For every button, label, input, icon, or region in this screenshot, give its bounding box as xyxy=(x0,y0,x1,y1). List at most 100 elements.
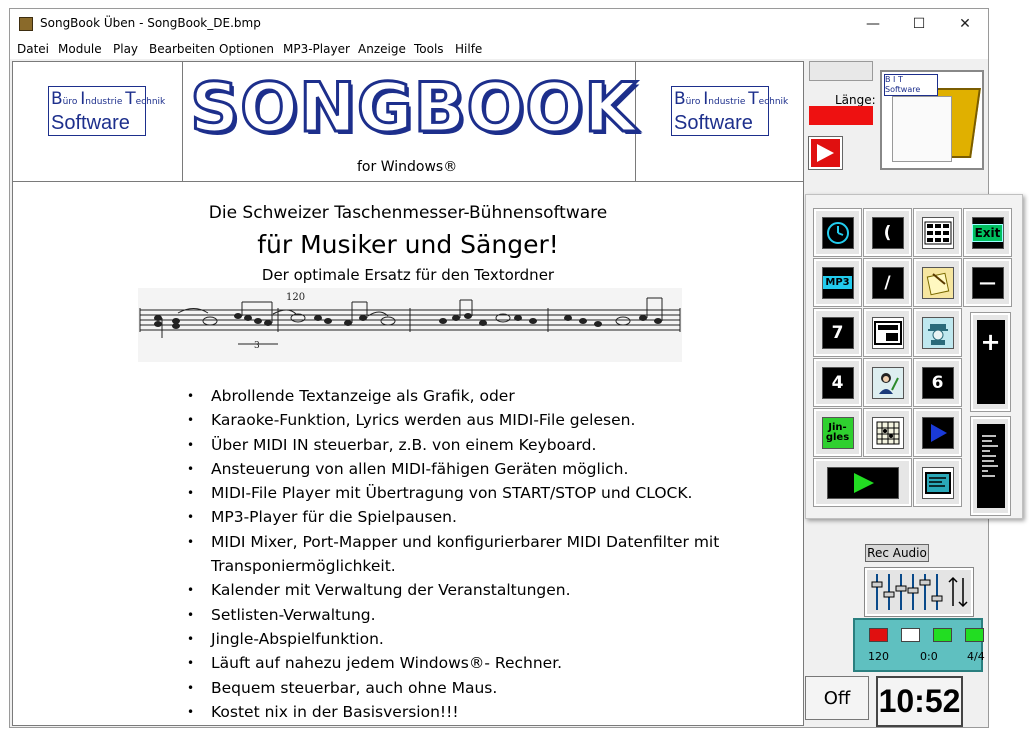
menu-bearbeiten[interactable]: Bearbeiten xyxy=(149,42,215,56)
play-icon xyxy=(817,144,834,162)
tempo-readout: 120 xyxy=(868,650,889,663)
songbook-app-icon[interactable] xyxy=(19,17,33,31)
length-label: Länge: xyxy=(835,93,876,107)
clock-icon xyxy=(821,216,854,249)
seven-icon: 7 xyxy=(821,316,854,349)
length-indicator xyxy=(809,106,873,125)
feature-item: MIDI-File Player mit Übertragung von STA… xyxy=(187,481,787,506)
grid-view-button[interactable] xyxy=(913,208,962,257)
four-icon: 4 xyxy=(821,366,854,399)
slash-icon: / xyxy=(871,266,904,299)
midi-status-panel: 120 0:0 4/4 xyxy=(853,618,985,672)
menu-optionen[interactable]: Optionen xyxy=(219,42,274,56)
paren-icon: ( xyxy=(871,216,904,249)
exit-button[interactable]: Exit xyxy=(963,208,1012,257)
menu-anzeige[interactable]: Anzeige xyxy=(358,42,406,56)
window-title: SongBook Üben - SongBook_DE.bmp xyxy=(40,16,261,30)
play-button[interactable] xyxy=(808,136,843,170)
feature-item: Über MIDI IN steuerbar, z.B. von einem K… xyxy=(187,433,787,458)
six-icon: 6 xyxy=(921,366,954,399)
maximize-button[interactable]: ☐ xyxy=(896,9,942,39)
agent-button[interactable] xyxy=(913,308,962,357)
close-button[interactable]: ✕ xyxy=(942,9,988,39)
feature-list: Abrollende Textanzeige als Grafik, oder … xyxy=(187,384,787,724)
menu-tools[interactable]: Tools xyxy=(414,42,444,56)
feature-item: Bequem steuerbar, auch ohne Maus. xyxy=(187,676,787,701)
midi-mixer-button[interactable] xyxy=(864,567,974,617)
feature-item: MP3-Player für die Spielpausen. xyxy=(187,505,787,530)
for-windows-subtitle: for Windows® xyxy=(357,159,458,175)
seven-button[interactable]: 7 xyxy=(813,308,862,357)
notes-button[interactable] xyxy=(913,258,962,307)
start-play-button[interactable] xyxy=(813,458,912,507)
menu-play[interactable]: Play xyxy=(113,42,138,56)
song-position-box xyxy=(809,61,873,81)
position-readout: 0:0 xyxy=(920,650,938,663)
feature-item: Setlisten-Verwaltung. xyxy=(187,603,787,628)
minimize-button[interactable]: — xyxy=(850,9,896,39)
jingles-icon: Jin- gles xyxy=(821,416,854,449)
notepad-icon xyxy=(921,266,954,299)
exit-icon: Exit xyxy=(971,216,1004,249)
minus-button[interactable]: — xyxy=(963,258,1012,307)
feature-item: Karaoke-Funktion, Lyrics werden aus MIDI… xyxy=(187,408,787,433)
slash-button[interactable]: / xyxy=(863,258,912,307)
display-button[interactable] xyxy=(913,458,962,507)
status-lamp-white xyxy=(901,628,920,642)
feature-item: MIDI Mixer, Port-Mapper und konfigurierb… xyxy=(187,530,787,579)
song-display-area[interactable]: Büro Industrie Technik Software SONGBOOK… xyxy=(12,61,804,726)
feature-item: Abrollende Textanzeige als Grafik, oder xyxy=(187,384,787,409)
feature-item: Ansteuerung von allen MIDI-fähigen Gerät… xyxy=(187,457,787,482)
headline-musicians: für Musiker und Sänger! xyxy=(257,230,559,259)
meter-readout: 4/4 xyxy=(967,650,985,663)
bit-software-logo-right: Büro Industrie Technik Software xyxy=(671,86,788,136)
banner-divider xyxy=(182,62,183,181)
calendar-clock-button[interactable] xyxy=(813,208,862,257)
minus-icon: — xyxy=(971,266,1004,299)
menu-module[interactable]: Module xyxy=(58,42,102,56)
banner: Büro Industrie Technik Software SONGBOOK… xyxy=(13,62,803,182)
book-caption: B I T Software xyxy=(884,74,938,96)
window-layout-icon xyxy=(871,316,904,349)
jingles-button[interactable]: Jin- gles xyxy=(813,408,862,457)
monitor-text-icon xyxy=(921,466,954,499)
bit-software-logo-left: Büro Industrie Technik Software xyxy=(48,86,165,136)
title-bar[interactable]: SongBook Üben - SongBook_DE.bmp — ☐ ✕ xyxy=(10,9,988,39)
plus-button[interactable]: + xyxy=(970,312,1011,412)
four-button[interactable]: 4 xyxy=(813,358,862,407)
menu-mp3-player[interactable]: MP3-Player xyxy=(283,42,350,56)
menu-datei[interactable]: Datei xyxy=(17,42,49,56)
feature-item: Jingle-Abspielfunktion. xyxy=(187,627,787,652)
songbook-book-button[interactable]: B I T Software xyxy=(880,70,984,170)
singer-icon xyxy=(871,366,904,399)
status-lamp-green xyxy=(933,628,952,642)
mixer-sliders-icon xyxy=(871,574,968,610)
feature-item: Kalender mit Verwaltung der Veranstaltun… xyxy=(187,578,787,603)
mp3-icon: MP3 xyxy=(821,266,854,299)
off-button[interactable]: Off xyxy=(805,676,869,720)
detective-icon xyxy=(921,316,954,349)
rec-audio-button[interactable]: Rec Audio xyxy=(865,544,929,562)
singer-button[interactable] xyxy=(863,358,912,407)
clock-display: 10:52 xyxy=(876,676,963,727)
sheet-music-image: 120 3 xyxy=(138,288,682,362)
mp3-button[interactable]: MP3 xyxy=(813,258,862,307)
green-play-icon xyxy=(826,466,899,499)
headline-replacement: Der optimale Ersatz für den Textordner xyxy=(261,266,555,284)
window-layout-button[interactable] xyxy=(863,308,912,357)
menu-bar: Datei Module Play Bearbeiten Optionen MP… xyxy=(10,39,988,59)
score-tempo: 120 xyxy=(286,292,305,303)
six-button[interactable]: 6 xyxy=(913,358,962,407)
songbook-logo: SONGBOOK xyxy=(189,67,639,149)
feature-item: Läuft auf nahezu jedem Windows®- Rechner… xyxy=(187,651,787,676)
next-button[interactable] xyxy=(913,408,962,457)
grid-icon xyxy=(921,216,954,249)
lyrics-list-button[interactable] xyxy=(970,416,1011,516)
menu-hilfe[interactable]: Hilfe xyxy=(455,42,482,56)
paren-button[interactable]: ( xyxy=(863,208,912,257)
chord-chart-button[interactable] xyxy=(863,408,912,457)
feature-item: Kostet nix in der Basisversion!!! xyxy=(187,700,787,725)
text-list-icon xyxy=(976,424,1005,508)
chord-grid-icon xyxy=(871,416,904,449)
app-window: SongBook Üben - SongBook_DE.bmp — ☐ ✕ Da… xyxy=(9,8,1023,728)
